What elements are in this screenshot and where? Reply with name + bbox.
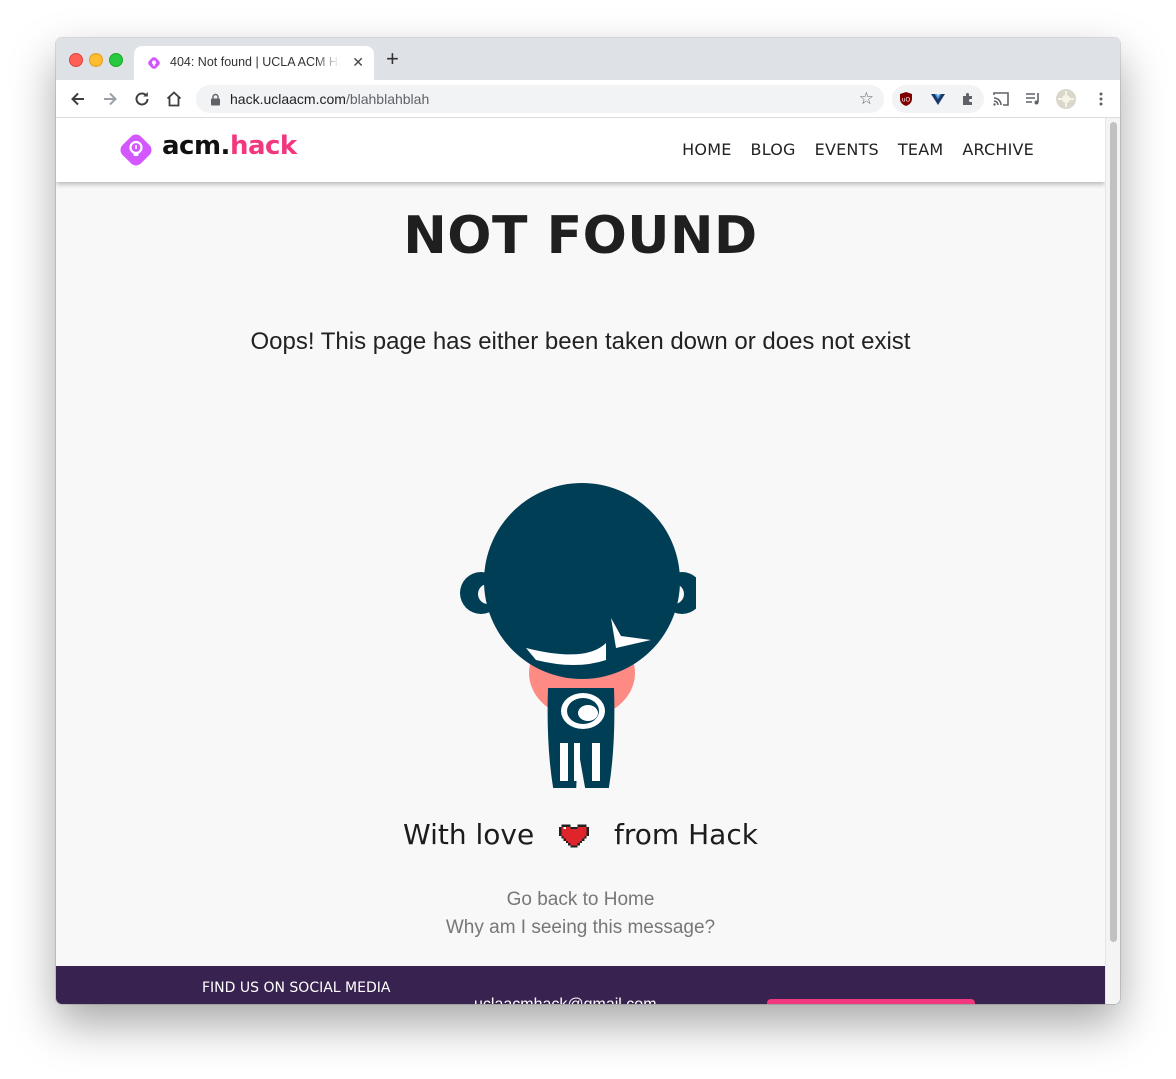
nav-home[interactable]: HOME bbox=[682, 140, 731, 159]
nav-events[interactable]: EVENTS bbox=[815, 140, 879, 159]
url-path: /blahblahblah bbox=[345, 91, 430, 107]
help-links: Go back to Home Why am I seeing this mes… bbox=[56, 886, 1105, 942]
page-viewport: acm.hack HOME BLOG EVENTS TEAM ARCHIVE N… bbox=[56, 118, 1105, 1004]
reload-icon[interactable] bbox=[132, 89, 152, 109]
page-scrollbar[interactable] bbox=[1105, 118, 1120, 1004]
svg-text:uO: uO bbox=[902, 97, 911, 104]
go-home-link[interactable]: Go back to Home bbox=[56, 886, 1105, 914]
new-tab-button[interactable]: + bbox=[386, 48, 399, 70]
close-window-button[interactable] bbox=[69, 53, 83, 67]
site-footer: FIND US ON SOCIAL MEDIA uclaacmhack@gmai… bbox=[56, 966, 1105, 1004]
why-message-link[interactable]: Why am I seeing this message? bbox=[56, 914, 1105, 942]
nav-blog[interactable]: BLOG bbox=[751, 140, 796, 159]
social-heading: FIND US ON SOCIAL MEDIA bbox=[202, 980, 391, 996]
nav-archive[interactable]: ARCHIVE bbox=[962, 140, 1034, 159]
back-icon[interactable] bbox=[68, 89, 88, 109]
site-navbar: acm.hack HOME BLOG EVENTS TEAM ARCHIVE bbox=[56, 118, 1105, 182]
lock-icon bbox=[211, 93, 220, 106]
url-host: hack.uclaacm.com bbox=[230, 91, 346, 107]
nav-team[interactable]: TEAM bbox=[898, 140, 943, 159]
close-tab-icon[interactable]: ✕ bbox=[352, 54, 364, 71]
scrollbar-thumb[interactable] bbox=[1110, 122, 1117, 942]
love-suffix: from Hack bbox=[614, 818, 758, 851]
with-love-line: With love from Hack bbox=[56, 818, 1105, 851]
mascot-illustration bbox=[460, 483, 696, 788]
address-bar[interactable]: hack.uclaacm.com/blahblahblah ☆ bbox=[196, 85, 884, 113]
acm-hack-logo-icon[interactable] bbox=[118, 132, 154, 168]
cast-icon[interactable] bbox=[992, 90, 1010, 108]
site-logo-text[interactable]: acm.hack bbox=[162, 131, 297, 161]
extensions-puzzle-icon[interactable] bbox=[960, 91, 976, 107]
logo-hack-text: hack bbox=[229, 131, 297, 161]
more-menu-icon[interactable] bbox=[1092, 90, 1110, 108]
pixel-heart-icon bbox=[559, 824, 590, 848]
bookmark-star-icon[interactable]: ☆ bbox=[859, 89, 874, 109]
browser-window: 404: Not found | UCLA ACM Hack ✕ + hack.… bbox=[56, 38, 1120, 1004]
ublock-extension-icon[interactable]: uO bbox=[898, 91, 914, 107]
love-prefix: With love bbox=[403, 818, 535, 851]
forward-icon[interactable] bbox=[100, 89, 120, 109]
error-message: Oops! This page has either been taken do… bbox=[250, 328, 911, 355]
media-queue-icon[interactable] bbox=[1024, 90, 1042, 108]
browser-toolbar: hack.uclaacm.com/blahblahblah ☆ uO bbox=[56, 80, 1120, 118]
footer-cta-button[interactable] bbox=[767, 999, 975, 1004]
zoom-window-button[interactable] bbox=[109, 53, 123, 67]
minimize-window-button[interactable] bbox=[89, 53, 103, 67]
home-icon[interactable] bbox=[164, 89, 184, 109]
contact-email[interactable]: uclaacmhack@gmail.com bbox=[474, 996, 657, 1004]
vue-devtools-extension-icon[interactable] bbox=[930, 91, 946, 107]
page-title: NOT FOUND bbox=[403, 206, 758, 266]
profile-avatar[interactable] bbox=[1055, 88, 1077, 110]
main-menu: HOME BLOG EVENTS TEAM ARCHIVE bbox=[682, 140, 1034, 159]
tab-title: 404: Not found | UCLA ACM Hack bbox=[170, 55, 340, 69]
browser-tab-active[interactable]: 404: Not found | UCLA ACM Hack ✕ bbox=[134, 46, 374, 80]
url-text: hack.uclaacm.com/blahblahblah bbox=[230, 91, 429, 107]
site-favicon-icon bbox=[148, 57, 160, 69]
extensions-group: uO bbox=[892, 85, 984, 113]
logo-acm-text: acm. bbox=[162, 131, 230, 161]
tab-strip: 404: Not found | UCLA ACM Hack ✕ + bbox=[56, 38, 1120, 80]
